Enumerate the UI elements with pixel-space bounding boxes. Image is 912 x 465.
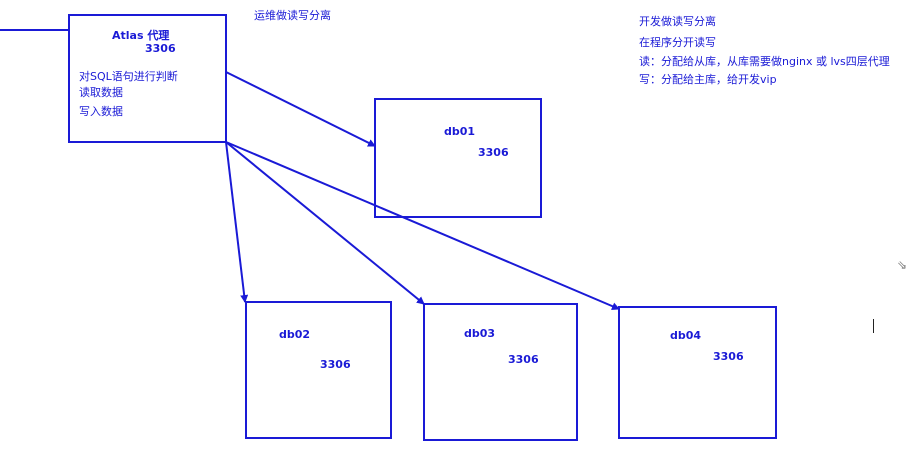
proxy-title: Atlas 代理	[112, 29, 170, 42]
db03-port: 3306	[508, 353, 539, 366]
db02-port: 3306	[320, 358, 351, 371]
db02-box	[245, 301, 392, 439]
db03-name: db03	[464, 327, 496, 340]
dev-note-title: 开发做读写分离	[639, 15, 716, 28]
db04-port: 3306	[713, 350, 744, 363]
proxy-sql-judge-label: 对SQL语句进行判断	[79, 70, 178, 83]
ops-note: 运维做读写分离	[254, 9, 331, 22]
text-cursor-icon	[873, 319, 874, 333]
db01-box	[374, 98, 542, 218]
db03-box	[423, 303, 578, 441]
arrow-to-db03	[225, 141, 425, 305]
dev-note-write: 写：分配给主库，给开发vip	[639, 73, 777, 86]
db04-name: db04	[670, 329, 702, 342]
proxy-read-label: 读取数据	[79, 86, 123, 99]
db01-port: 3306	[478, 146, 509, 159]
mouse-pointer-icon: ⇘	[897, 258, 908, 272]
proxy-write-label: 写入数据	[79, 105, 123, 118]
db01-name: db01	[444, 125, 476, 138]
arrow-to-db02	[225, 141, 249, 303]
dev-note-read: 读：分配给从库，从库需要做nginx 或 lvs四层代理	[639, 55, 890, 68]
dev-note-split: 在程序分开读写	[639, 36, 716, 49]
arrow-to-db04	[225, 141, 620, 310]
proxy-port: 3306	[145, 42, 176, 55]
arrow-to-db01	[225, 71, 376, 147]
db02-name: db02	[279, 328, 311, 341]
db04-box	[618, 306, 777, 439]
